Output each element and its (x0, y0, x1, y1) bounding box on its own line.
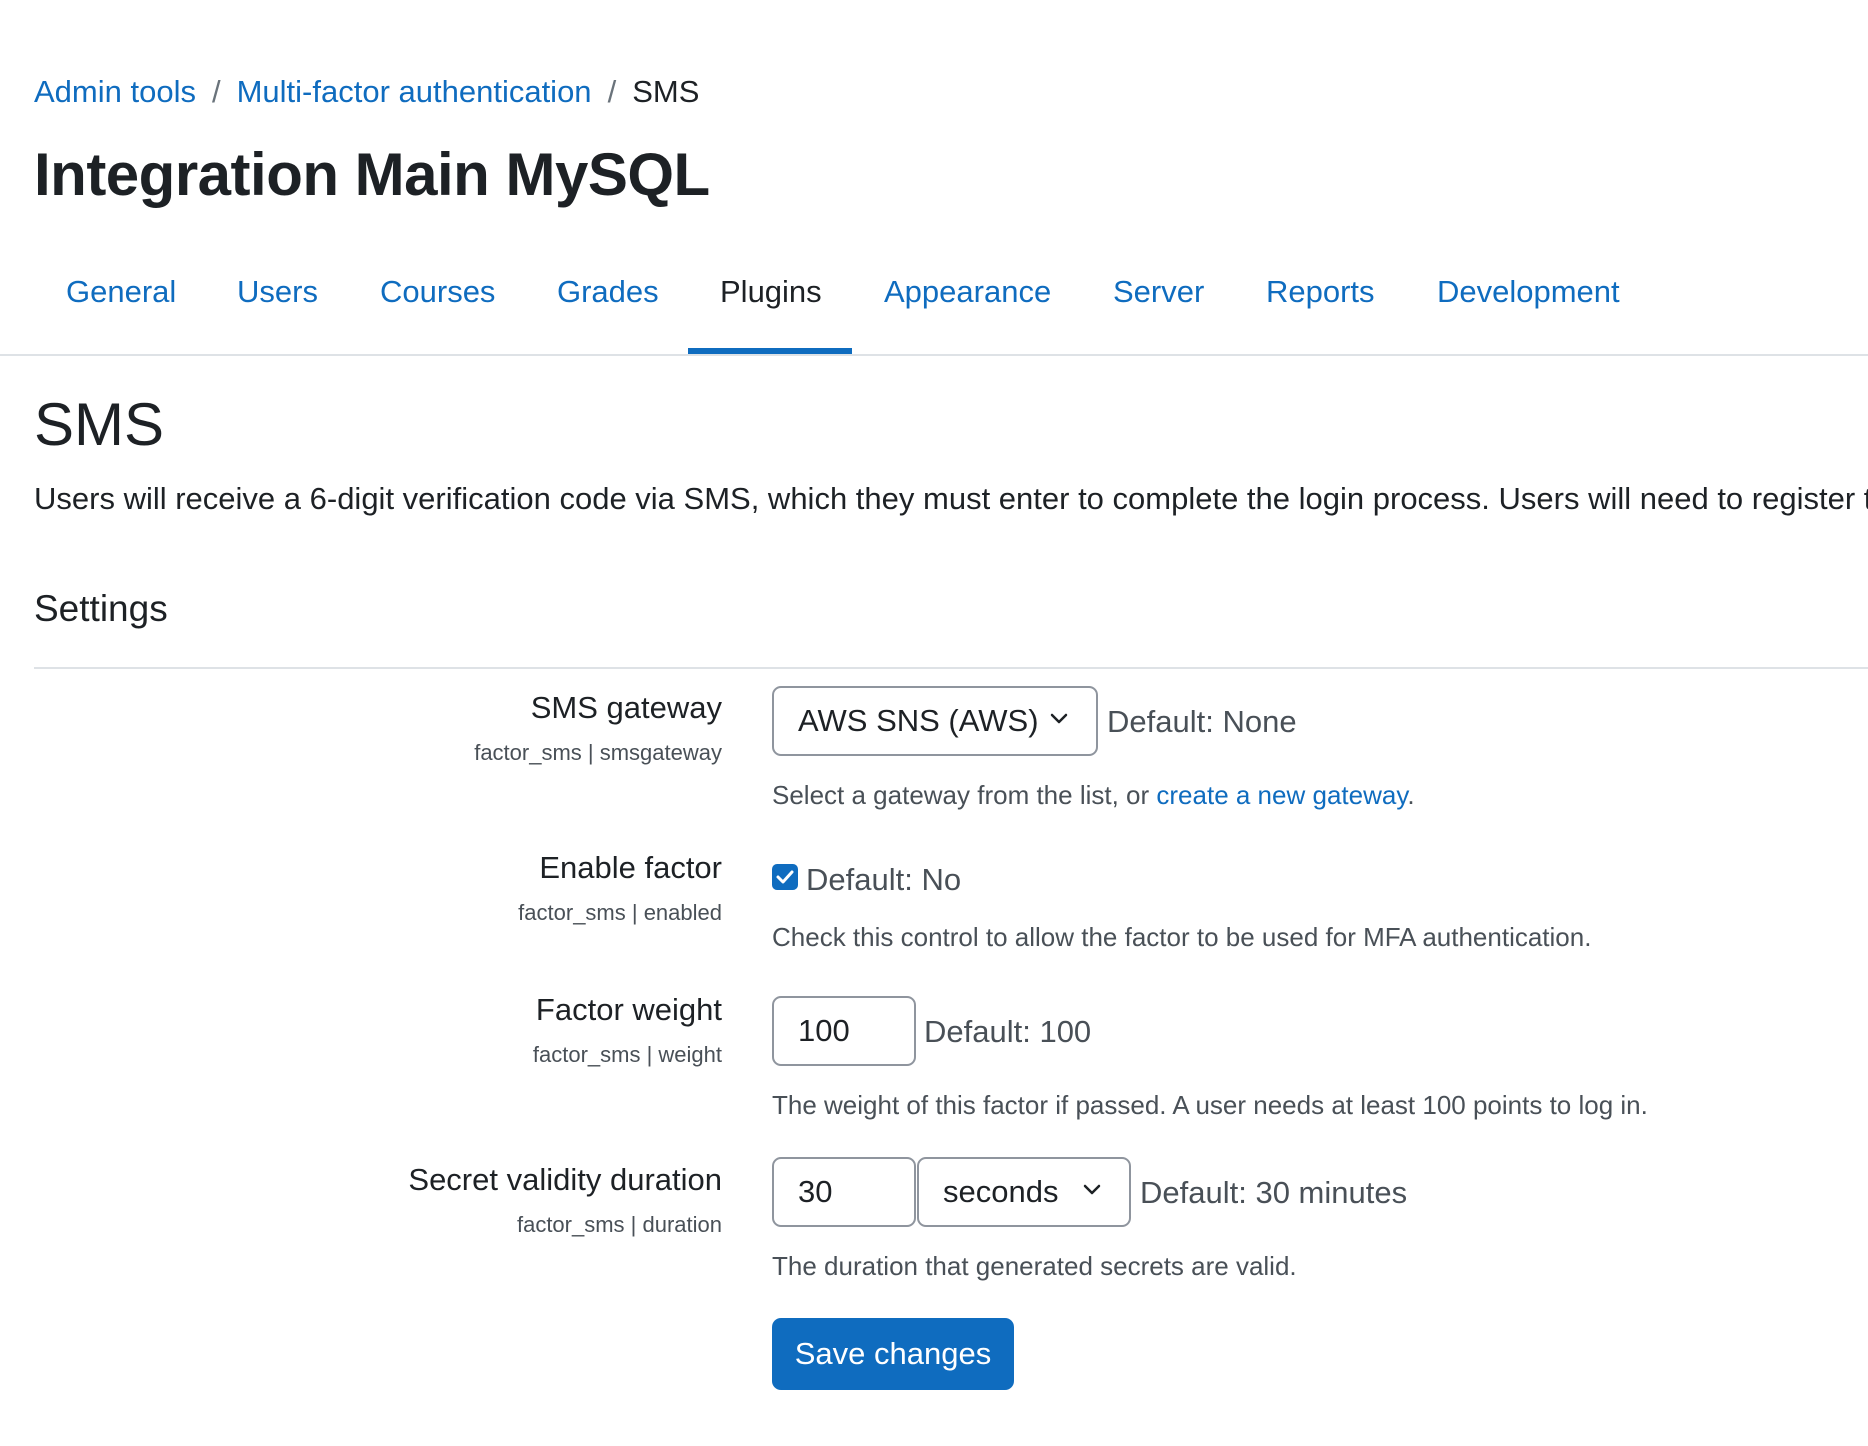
breadcrumb-mfa[interactable]: Multi-factor authentication (237, 74, 592, 109)
active-tab-indicator (688, 348, 852, 354)
chevron-down-icon (1083, 1184, 1101, 1195)
sms-gateway-help-text: Select a gateway from the list, or (772, 780, 1157, 810)
settings-divider (34, 667, 1868, 669)
sms-gateway-label: SMS gateway (530, 690, 722, 725)
tab-development[interactable]: Development (1437, 274, 1620, 310)
duration-unit-selected: seconds (943, 1174, 1059, 1209)
site-title: Integration Main MySQL (34, 141, 710, 208)
page-heading: SMS (34, 391, 165, 458)
duration-label-group: Secret validity duration factor_sms | du… (22, 1162, 722, 1238)
breadcrumb-separator: / (211, 74, 221, 109)
sms-gateway-select[interactable]: AWS SNS (AWS) (772, 686, 1098, 756)
create-gateway-link[interactable]: create a new gateway (1156, 780, 1407, 810)
chevron-down-icon (1050, 713, 1068, 724)
enable-factor-help: Check this control to allow the factor t… (772, 922, 1592, 952)
factor-weight-sublabel: factor_sms | weight (532, 1042, 722, 1067)
duration-label: Secret validity duration (408, 1162, 722, 1197)
page-description: Users will receive a 6-digit verificatio… (34, 481, 1868, 516)
admin-tabs: General Users Courses Grades Plugins App… (0, 250, 1868, 356)
enable-factor-sublabel: factor_sms | enabled (518, 900, 722, 925)
breadcrumb: Admin tools / Multi-factor authentication /… (34, 74, 699, 110)
breadcrumb-separator: / (607, 74, 617, 109)
sms-gateway-help-suffix: . (1407, 780, 1415, 810)
tab-reports[interactable]: Reports (1266, 274, 1375, 310)
tab-general[interactable]: General (66, 274, 176, 310)
factor-weight-default: Default: 100 (924, 1014, 1092, 1049)
tab-server[interactable]: Server (1113, 274, 1204, 310)
breadcrumb-admin-tools[interactable]: Admin tools (34, 74, 196, 109)
duration-help: The duration that generated secrets are … (772, 1251, 1297, 1281)
tab-plugins[interactable]: Plugins (720, 274, 822, 310)
enable-factor-checkbox[interactable] (772, 864, 798, 890)
factor-weight-input[interactable]: 100 (772, 996, 916, 1066)
tab-appearance[interactable]: Appearance (884, 274, 1051, 310)
enable-factor-label-group: Enable factor factor_sms | enabled (22, 850, 722, 926)
duration-default: Default: 30 minutes (1140, 1175, 1408, 1210)
breadcrumb-current: SMS (632, 74, 700, 109)
enable-factor-default: Default: No (806, 862, 962, 897)
sms-gateway-default: Default: None (1107, 704, 1297, 739)
factor-weight-label-group: Factor weight factor_sms | weight (22, 992, 722, 1068)
duration-sublabel: factor_sms | duration (516, 1212, 722, 1237)
factor-weight-label: Factor weight (535, 992, 722, 1027)
tab-grades[interactable]: Grades (557, 274, 659, 310)
save-changes-button[interactable]: Save changes (772, 1318, 1014, 1390)
tab-courses[interactable]: Courses (380, 274, 495, 310)
sms-gateway-help: Select a gateway from the list, or creat… (772, 780, 1415, 811)
tab-users[interactable]: Users (237, 274, 318, 310)
duration-unit-select[interactable]: seconds (917, 1157, 1131, 1227)
enable-factor-label: Enable factor (539, 850, 722, 885)
check-icon (776, 870, 794, 884)
sms-gateway-selected: AWS SNS (AWS) (798, 703, 1039, 738)
sms-gateway-sublabel: factor_sms | smsgateway (474, 740, 722, 765)
sms-gateway-label-group: SMS gateway factor_sms | smsgateway (22, 690, 722, 766)
factor-weight-help: The weight of this factor if passed. A u… (772, 1090, 1648, 1120)
settings-heading: Settings (34, 588, 168, 629)
duration-value-input[interactable]: 30 (772, 1157, 916, 1227)
